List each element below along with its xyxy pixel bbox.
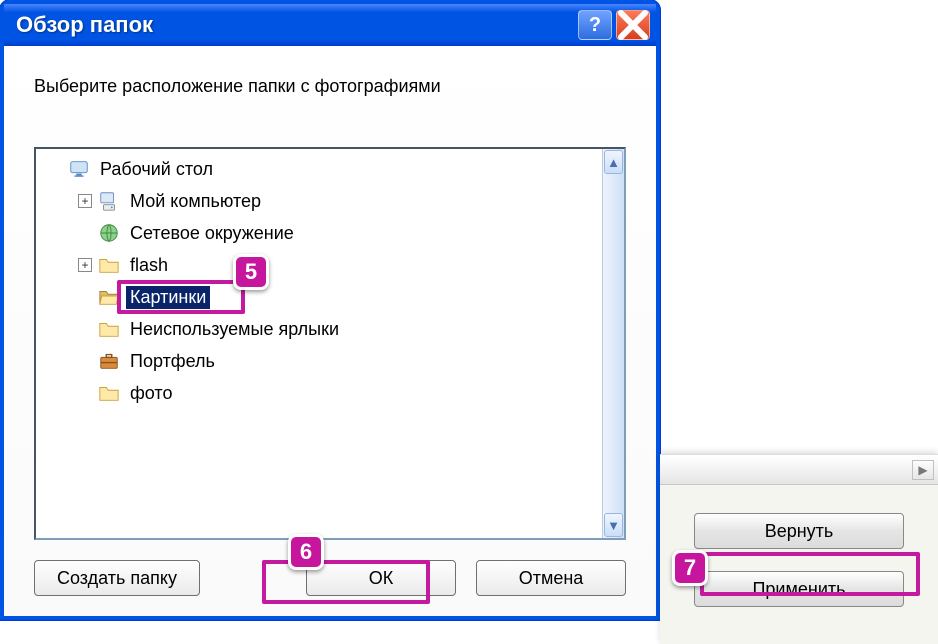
tree-item[interactable]: Сетевое окружение	[36, 217, 602, 249]
computer-icon	[98, 190, 120, 212]
tree-item[interactable]: + flash	[36, 249, 602, 281]
highlight-5	[117, 280, 245, 314]
tree-item[interactable]: Неиспользуемые ярлыки	[36, 313, 602, 345]
tree-item-label: Портфель	[126, 350, 219, 373]
scroll-right-arrow[interactable]: ▶	[912, 460, 934, 480]
cancel-button[interactable]: Отмена	[476, 560, 626, 596]
expand-spacer	[78, 386, 92, 400]
expand-spacer	[78, 290, 92, 304]
tree-item-label: flash	[126, 254, 172, 277]
tree-item-label: Неиспользуемые ярлыки	[126, 318, 343, 341]
instruction-text: Выберите расположение папки с фотография…	[34, 76, 626, 97]
tree-item-label: фото	[126, 382, 176, 405]
annotation-6: 6	[288, 534, 324, 570]
folder-icon	[98, 318, 120, 340]
tree-item[interactable]: Портфель	[36, 345, 602, 377]
revert-button[interactable]: Вернуть	[694, 513, 904, 549]
side-panel: ▶ Вернуть Применить	[660, 454, 938, 644]
expand-icon[interactable]: +	[78, 258, 92, 272]
expand-icon[interactable]: +	[78, 194, 92, 208]
scroll-track[interactable]	[603, 175, 624, 512]
titlebar[interactable]: Обзор папок ?	[4, 4, 656, 46]
expand-spacer	[78, 354, 92, 368]
highlight-6	[262, 560, 430, 604]
folder-tree-container: Рабочий стол + Мой компьютер Сетевое окруже…	[34, 147, 626, 540]
briefcase-icon	[98, 350, 120, 372]
scroll-up-arrow[interactable]: ▲	[604, 150, 623, 174]
tree-item-label: Рабочий стол	[96, 158, 217, 181]
tree-item[interactable]: фото	[36, 377, 602, 409]
tree-item[interactable]: Рабочий стол	[36, 153, 602, 185]
window-title: Обзор папок	[16, 12, 153, 38]
annotation-7: 7	[672, 550, 708, 586]
close-button[interactable]	[616, 10, 650, 40]
annotation-5: 5	[233, 254, 269, 290]
help-button[interactable]: ?	[578, 10, 612, 40]
folder-icon	[98, 382, 120, 404]
create-folder-button[interactable]: Создать папку	[34, 560, 200, 596]
network-icon	[98, 222, 120, 244]
side-panel-header: ▶	[660, 455, 938, 485]
expand-spacer	[78, 226, 92, 240]
tree-item-label: Мой компьютер	[126, 190, 265, 213]
folder-icon	[98, 254, 120, 276]
expand-spacer	[78, 322, 92, 336]
browse-folder-dialog: Обзор папок ? Выберите расположение папк…	[0, 0, 660, 620]
folder-tree[interactable]: Рабочий стол + Мой компьютер Сетевое окруже…	[36, 149, 602, 538]
tree-item[interactable]: + Мой компьютер	[36, 185, 602, 217]
vertical-scrollbar[interactable]: ▲ ▼	[602, 149, 624, 538]
highlight-7	[700, 552, 920, 596]
tree-item-label: Сетевое окружение	[126, 222, 298, 245]
scroll-down-arrow[interactable]: ▼	[604, 513, 623, 537]
expand-spacer	[48, 162, 62, 176]
desktop-icon	[68, 158, 90, 180]
